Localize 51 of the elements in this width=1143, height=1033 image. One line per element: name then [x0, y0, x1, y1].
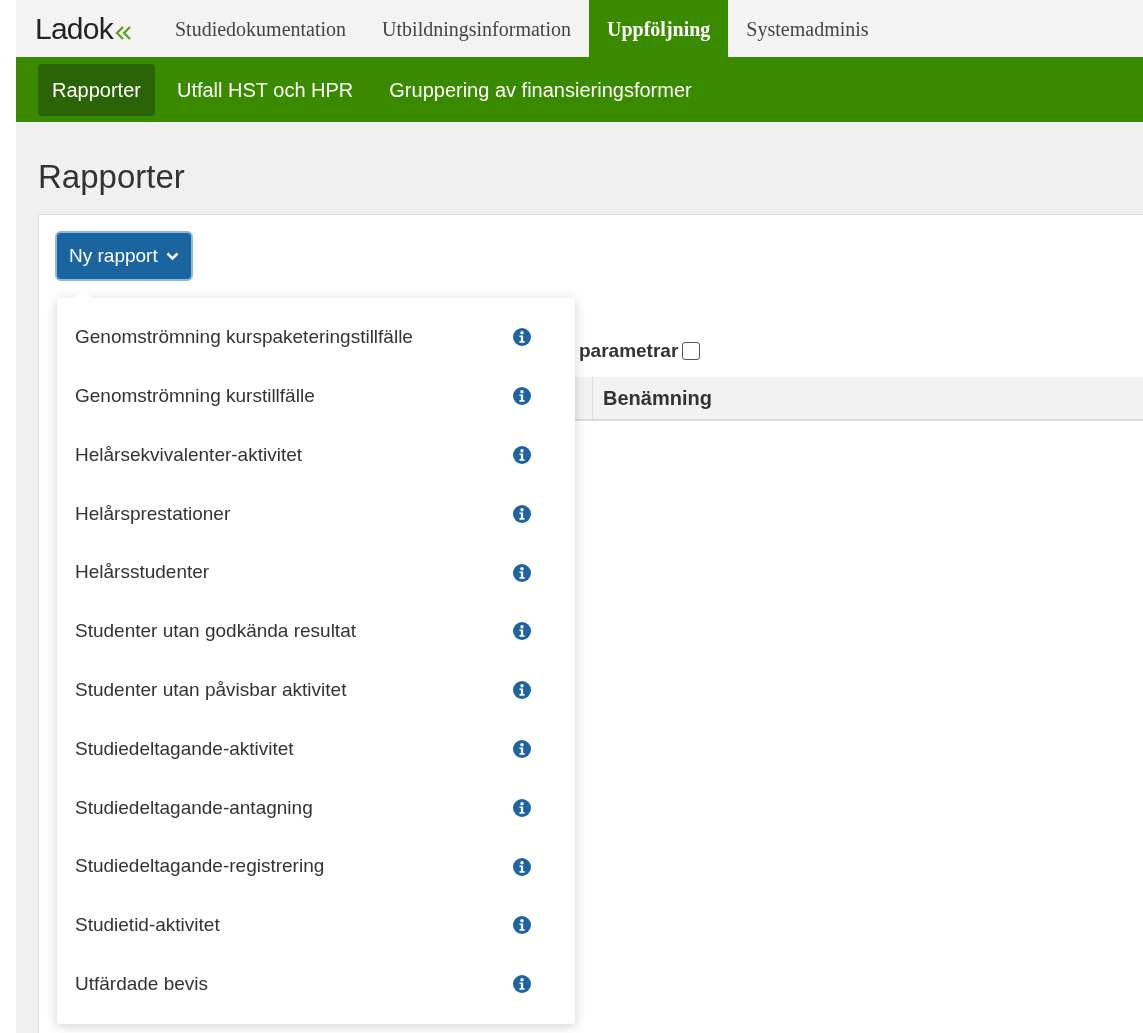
parameters-label: parametrar: [579, 339, 679, 363]
report-name: Studenter utan godkända resultat: [75, 619, 356, 644]
report-menu-item[interactable]: Studenter utan påvisbar aktivitet: [57, 660, 575, 720]
parameters-checkbox[interactable]: [682, 342, 701, 361]
sub-tab[interactable]: Utfall HST och HPR: [162, 63, 368, 116]
column-header: Benämning: [592, 376, 712, 419]
report-name: Studiedeltagande-registrering: [75, 854, 325, 879]
report-name: Genomströmning kurstillfälle: [75, 383, 315, 408]
report-name: Helårsprestationer: [75, 501, 231, 526]
chevron-down-icon: [165, 251, 179, 261]
report-name: Studenter utan påvisbar aktivitet: [75, 677, 347, 702]
report-menu-item[interactable]: Helårsekvivalenter-aktivitet: [57, 425, 575, 485]
report-name: Helårsstudenter: [75, 560, 210, 585]
info-icon[interactable]: [513, 916, 531, 935]
report-name: Studietid-aktivitet: [75, 913, 220, 938]
chevrons-icon: [115, 24, 131, 41]
report-name: Studiedeltagande-antagning: [75, 795, 313, 820]
info-icon[interactable]: [513, 563, 531, 582]
info-icon[interactable]: [513, 798, 531, 817]
report-name: Studiedeltagande-aktivitet: [75, 736, 294, 761]
report-menu-item[interactable]: Studenter utan godkända resultat: [57, 602, 575, 661]
info-icon[interactable]: [513, 739, 531, 758]
sub-tab[interactable]: Rapporter: [38, 63, 155, 116]
report-menu-item[interactable]: Studietid-aktivitet: [57, 895, 575, 955]
module-tab[interactable]: Studiedokumentation: [157, 0, 365, 57]
page-title: Rapporter: [38, 160, 186, 193]
report-menu-item[interactable]: Helårsstudenter: [57, 543, 575, 602]
report-name: Utfärdade bevis: [75, 971, 209, 996]
report-menu-item[interactable]: Studiedeltagande-antagning: [57, 778, 575, 838]
report-menu-item[interactable]: Utfärdade bevis: [57, 954, 575, 1014]
info-icon[interactable]: [513, 975, 531, 994]
info-icon[interactable]: [513, 504, 531, 523]
info-icon[interactable]: [513, 446, 531, 464]
report-name: Genomströmning kurspaketeringstillfälle: [75, 325, 413, 350]
info-icon[interactable]: [513, 622, 531, 641]
module-tab[interactable]: Uppföljning: [589, 0, 729, 57]
report-menu-item[interactable]: Studiedeltagande-aktivitet: [57, 719, 575, 779]
report-menu-item[interactable]: Genomströmning kurspaketeringstillfälle: [57, 308, 575, 367]
report-menu-item[interactable]: Studiedeltagande-registrering: [57, 837, 575, 896]
info-icon[interactable]: [513, 857, 531, 876]
report-menu-item[interactable]: Helårsprestationer: [57, 484, 575, 544]
module-tab[interactable]: Utbildningsinformation: [364, 0, 589, 57]
new-report-button[interactable]: Ny rapport: [57, 233, 191, 279]
info-icon[interactable]: [513, 387, 531, 406]
logo-text: Ladok: [35, 13, 113, 44]
sub-tab[interactable]: Gruppering av finansieringsformer: [375, 63, 706, 116]
report-menu-item[interactable]: Genomströmning kurstillfälle: [57, 366, 575, 426]
module-tab[interactable]: Systemadminis: [728, 0, 887, 57]
info-icon[interactable]: [513, 328, 531, 347]
report-name: Helårsekvivalenter-aktivitet: [75, 442, 303, 467]
info-icon[interactable]: [513, 681, 531, 700]
